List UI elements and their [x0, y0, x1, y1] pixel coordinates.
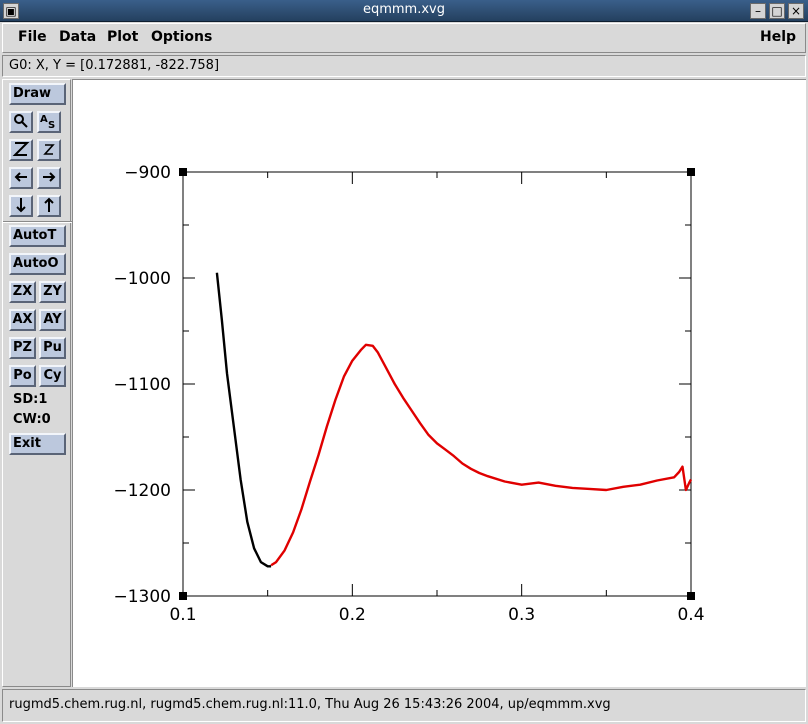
cy-button[interactable]: Cy: [39, 365, 66, 387]
y-tick-label-0: −900: [124, 163, 171, 183]
zy-button[interactable]: ZY: [39, 281, 66, 303]
y-tick-label-2: −1100: [113, 375, 171, 395]
set-display-label: SD:1: [13, 392, 48, 407]
y-tick-label-3: −1200: [113, 481, 171, 501]
menu-plot[interactable]: Plot: [107, 29, 138, 45]
draw-button[interactable]: Draw: [9, 83, 66, 105]
left-arrow-icon: [14, 172, 27, 182]
scroll-right-button[interactable]: [37, 167, 61, 189]
plot-frame: [182, 171, 692, 597]
y-tick-label-1: −1000: [113, 269, 171, 289]
zoom-button[interactable]: [9, 111, 33, 133]
window-title: eqmmm.xvg: [362, 2, 445, 17]
zoom-out-icon: [43, 144, 55, 155]
x-tick-label-0: 0.1: [169, 605, 196, 625]
toolbar-divider: [3, 221, 72, 223]
x-tick-label-2: 0.3: [508, 605, 535, 625]
maximize-icon[interactable]: □: [769, 3, 785, 19]
plot-svg: 0.1 0.2 0.3 0.4 −900 −1000 −1100 −1200 −1300: [113, 163, 704, 625]
ax-button[interactable]: AX: [9, 309, 36, 331]
menu-file[interactable]: File: [18, 29, 47, 45]
coordinate-readout: G0: X, Y = [0.172881, -822.758]: [2, 55, 806, 77]
menu-bar: File Data Plot Options Help: [2, 23, 806, 53]
y-tick-label-4: −1300: [113, 587, 171, 607]
menu-data[interactable]: Data: [59, 29, 96, 45]
svg-text:S: S: [48, 120, 55, 129]
autotick-button[interactable]: AutoT: [9, 225, 66, 247]
status-bar: rugmd5.chem.rug.nl, rugmd5.chem.rug.nl:1…: [2, 689, 806, 722]
up-arrow-icon: [44, 197, 54, 212]
minimize-icon[interactable]: –: [750, 3, 766, 19]
autoscale-icon: A S: [40, 114, 55, 131]
plot-canvas[interactable]: 0.1 0.2 0.3 0.4 −900 −1000 −1100 −1200 −1300: [72, 79, 806, 687]
zoom-in-icon: [12, 142, 30, 156]
series-line-1: [270, 343, 693, 567]
right-arrow-icon: [43, 172, 56, 182]
zx-button[interactable]: ZX: [9, 281, 36, 303]
scroll-down-button[interactable]: [9, 195, 33, 217]
down-arrow-icon: [16, 198, 26, 213]
menu-options[interactable]: Options: [151, 29, 212, 45]
toolbar: Draw A S AutoT AutoO ZX ZY AX AY PZ Pu P…: [2, 79, 72, 687]
x-tick-label-1: 0.2: [339, 605, 366, 625]
autoscale-button[interactable]: A S: [37, 111, 61, 133]
pz-button[interactable]: PZ: [9, 337, 36, 359]
po-button[interactable]: Po: [9, 365, 36, 387]
close-icon[interactable]: ×: [788, 3, 804, 19]
title-bar: ▣ eqmmm.xvg – □ ×: [0, 0, 808, 22]
scroll-left-button[interactable]: [9, 167, 33, 189]
svg-text:A: A: [40, 114, 48, 125]
menu-help[interactable]: Help: [760, 29, 796, 45]
pu-button[interactable]: Pu: [39, 337, 66, 359]
autoscale-on-button[interactable]: AutoO: [9, 253, 66, 275]
scroll-up-button[interactable]: [37, 195, 61, 217]
current-world-label: CW:0: [13, 412, 51, 427]
zoom-out-button[interactable]: [37, 139, 61, 161]
ay-button[interactable]: AY: [39, 309, 66, 331]
zoom-icon: [14, 114, 28, 128]
exit-button[interactable]: Exit: [9, 433, 66, 455]
x-tick-label-3: 0.4: [677, 605, 704, 625]
zoom-in-button[interactable]: [9, 139, 33, 161]
series-line-0: [215, 272, 272, 568]
